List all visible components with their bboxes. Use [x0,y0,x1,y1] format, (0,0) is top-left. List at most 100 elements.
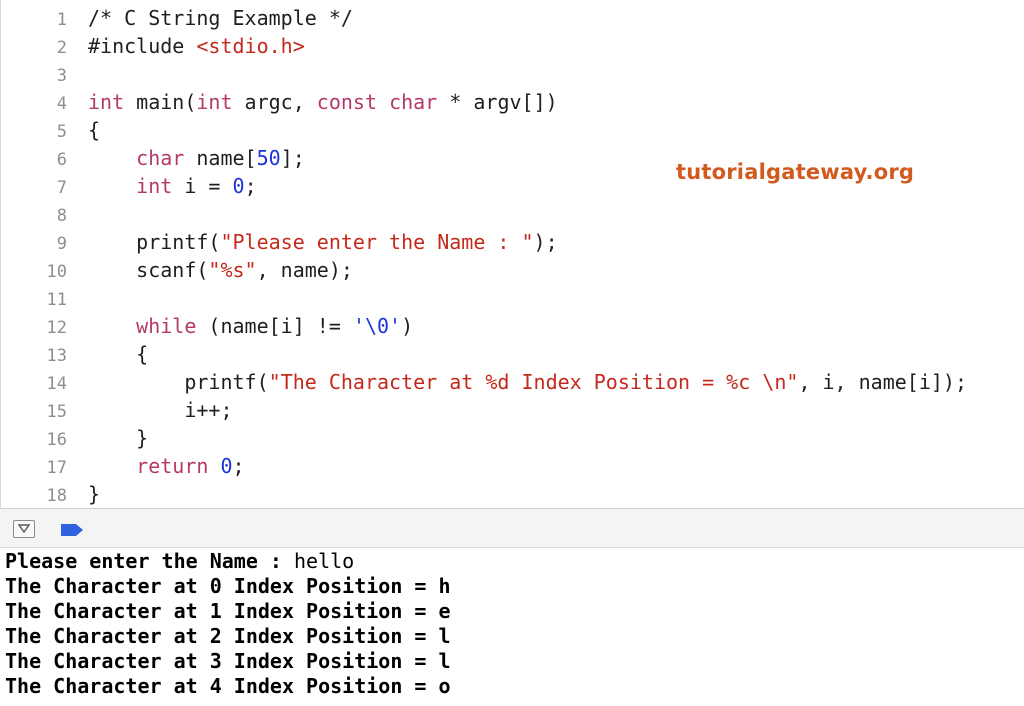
line-number: 1 [56,10,67,30]
code-token: #include [88,34,197,58]
triangle-down-icon [18,524,30,534]
code-line[interactable]: 17 return 0; [1,452,1024,480]
code-token: 0 [220,454,233,478]
line-number: 16 [46,430,67,450]
line-number: 3 [56,66,67,86]
line-number: 7 [56,178,67,198]
console-output[interactable]: Please enter the Name : hello The Charac… [0,548,1024,706]
code-line[interactable]: 2 #include <stdio.h> [1,32,1024,60]
code-token: "Please enter the Name : " [220,230,534,254]
code-token: char [389,90,438,114]
code-line[interactable]: 1 /* C String Example */ [1,4,1024,32]
code-text: return 0; [88,452,244,480]
line-number: 15 [46,402,67,422]
code-token: name[ [184,146,257,170]
code-token: <stdio.h> [196,34,305,58]
code-text: printf("The Character at %d Index Positi… [88,368,967,396]
code-token: int [88,90,125,114]
code-text: /* C String Example */ [88,4,353,32]
code-text: printf("Please enter the Name : "); [88,228,558,256]
line-number: 10 [46,262,67,282]
code-token: } [88,482,101,506]
code-token: i++; [88,398,233,422]
code-text: } [88,480,100,508]
code-token: char [136,146,185,170]
code-text: while (name[i] != '\0') [88,312,413,340]
code-text: int i = 0; [88,172,257,200]
code-token: i = [172,174,233,198]
code-text: scanf("%s", name); [88,256,353,284]
code-text: } [88,424,148,452]
code-line[interactable]: 4 int main(int argc, const char * argv[]) [1,88,1024,116]
code-token: ) [401,314,414,338]
code-token: } [88,426,149,450]
code-token: argc, [232,90,317,114]
debug-toolbar [0,508,1024,548]
code-token: * argv[]) [437,90,558,114]
console-output-line: The Character at 4 Index Position = o [5,674,451,698]
line-number: 5 [56,122,67,142]
code-token: { [88,118,101,142]
code-text: { [88,116,100,144]
code-text: i++; [88,396,233,424]
code-token: int [196,90,233,114]
code-token: scanf( [88,258,209,282]
code-text: #include <stdio.h> [88,32,305,60]
console-output-line: The Character at 3 Index Position = l [5,649,451,673]
code-token: ); [533,230,558,254]
code-editor[interactable]: 1 /* C String Example */ 2 #include <stdio.… [0,0,1024,508]
code-line[interactable]: 12 while (name[i] != '\0') [1,312,1024,340]
code-line[interactable]: 3 [1,60,1024,88]
line-number: 8 [56,206,67,226]
line-number: 17 [46,458,67,478]
code-token: ; [244,174,257,198]
code-token: "%s" [208,258,257,282]
code-line[interactable]: 18} [1,480,1024,508]
code-token: int [136,174,173,198]
console-prompt-line: Please enter the Name : hello [5,549,354,574]
code-token: printf( [88,370,269,394]
line-number: 18 [46,486,67,506]
code-line[interactable]: 14 printf("The Character at %d Index Pos… [1,368,1024,396]
console-user-input: hello [293,549,355,573]
hide-debug-area-button[interactable] [13,520,35,538]
console-output-line: The Character at 0 Index Position = h [5,574,451,598]
line-number: 14 [46,374,67,394]
code-token: printf( [88,230,221,254]
code-token: while [136,314,197,338]
code-line[interactable]: 9 printf("Please enter the Name : "); [1,228,1024,256]
code-line[interactable]: 13 { [1,340,1024,368]
code-text: int main(int argc, const char * argv[]) [88,88,558,116]
code-token: main( [124,90,197,114]
console-prompt: Please enter the Name : [5,549,294,573]
breakpoint-arrow-icon[interactable] [60,523,84,537]
watermark-logo: tutorialgateway.org [676,160,915,184]
code-line[interactable]: 8 [1,200,1024,228]
code-line[interactable]: 15 i++; [1,396,1024,424]
line-number: 2 [56,38,67,58]
code-token: const [316,90,378,114]
code-token: /* C String Example */ [88,6,353,30]
console-output-line: The Character at 2 Index Position = l [5,624,451,648]
line-number: 9 [56,234,67,254]
code-line[interactable]: 5{ [1,116,1024,144]
code-token: 0 [232,174,245,198]
code-token: , name); [256,258,353,282]
line-number: 4 [56,94,67,114]
code-token: { [88,342,149,366]
code-text: char name[50]; [88,144,305,172]
code-line[interactable]: 16 } [1,424,1024,452]
code-line[interactable]: 10 scanf("%s", name); [1,256,1024,284]
code-line[interactable]: 11 [1,284,1024,312]
line-number: 12 [46,318,67,338]
code-text: { [88,340,148,368]
code-token: (name[i] != [196,314,353,338]
line-number: 13 [46,346,67,366]
code-token: "The Character at %d Index Position = %c… [268,370,799,394]
code-token: 50 [256,146,281,170]
